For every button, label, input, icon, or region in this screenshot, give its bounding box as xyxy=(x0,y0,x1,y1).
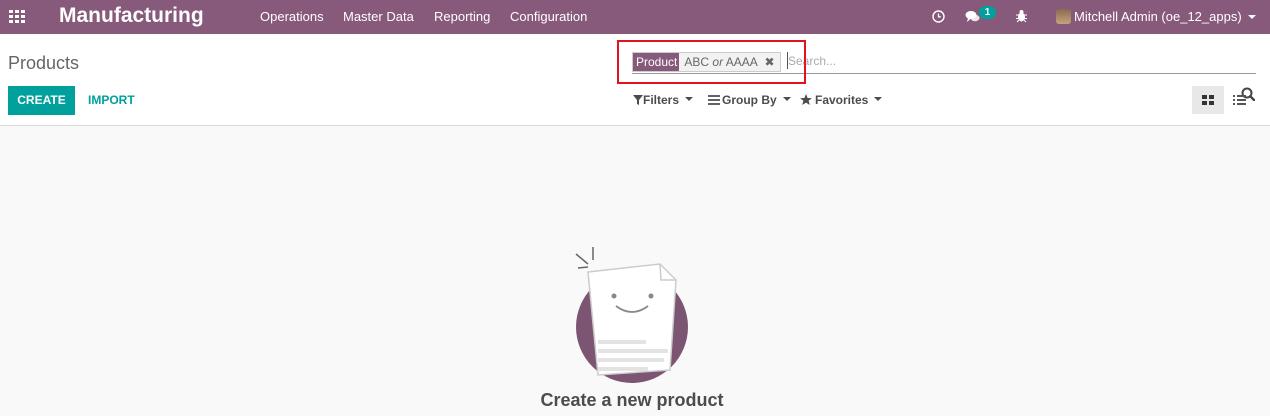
filters-label: Filters xyxy=(643,93,680,107)
kanban-view-button[interactable] xyxy=(1192,86,1224,114)
filter-icon xyxy=(633,95,643,105)
filters-dropdown[interactable]: Filters xyxy=(633,93,694,107)
star-icon xyxy=(800,94,812,105)
groupby-dropdown[interactable]: Group By xyxy=(708,93,791,107)
caret-down-icon[interactable] xyxy=(1248,15,1256,19)
avatar[interactable] xyxy=(1056,9,1071,24)
search-input[interactable] xyxy=(788,52,1228,70)
create-button[interactable]: CREATE xyxy=(8,86,75,115)
page-title[interactable]: Products xyxy=(8,53,79,74)
favorites-dropdown[interactable]: Favorites xyxy=(800,93,883,107)
bars-icon xyxy=(708,95,720,105)
user-menu[interactable]: Mitchell Admin (oe_12_apps) xyxy=(1074,9,1242,24)
list-icon xyxy=(1233,95,1246,105)
menu-reporting[interactable]: Reporting xyxy=(434,9,490,24)
list-view-button[interactable] xyxy=(1226,86,1254,114)
apps-grid-icon[interactable] xyxy=(9,10,26,24)
highlight-box xyxy=(617,40,806,84)
clock-icon[interactable] xyxy=(932,10,945,23)
menu-operations[interactable]: Operations xyxy=(260,9,324,24)
caret-down-icon xyxy=(782,96,791,101)
caret-down-icon xyxy=(874,96,883,101)
help-title: Create a new product xyxy=(540,390,724,410)
caret-down-icon xyxy=(685,96,694,101)
bug-icon[interactable] xyxy=(1016,9,1027,23)
import-button[interactable]: IMPORT xyxy=(80,86,143,115)
favorites-label: Favorites xyxy=(815,93,869,107)
menu-master-data[interactable]: Master Data xyxy=(343,9,414,24)
kanban-icon xyxy=(1202,95,1214,105)
app-title[interactable]: Manufacturing xyxy=(59,4,204,28)
messages-count-badge: 1 xyxy=(979,6,996,19)
groupby-label: Group By xyxy=(722,93,777,107)
empty-document-illustration xyxy=(575,247,688,383)
menu-configuration[interactable]: Configuration xyxy=(510,9,587,24)
top-navbar: Manufacturing Operations Master Data Rep… xyxy=(0,0,1270,34)
